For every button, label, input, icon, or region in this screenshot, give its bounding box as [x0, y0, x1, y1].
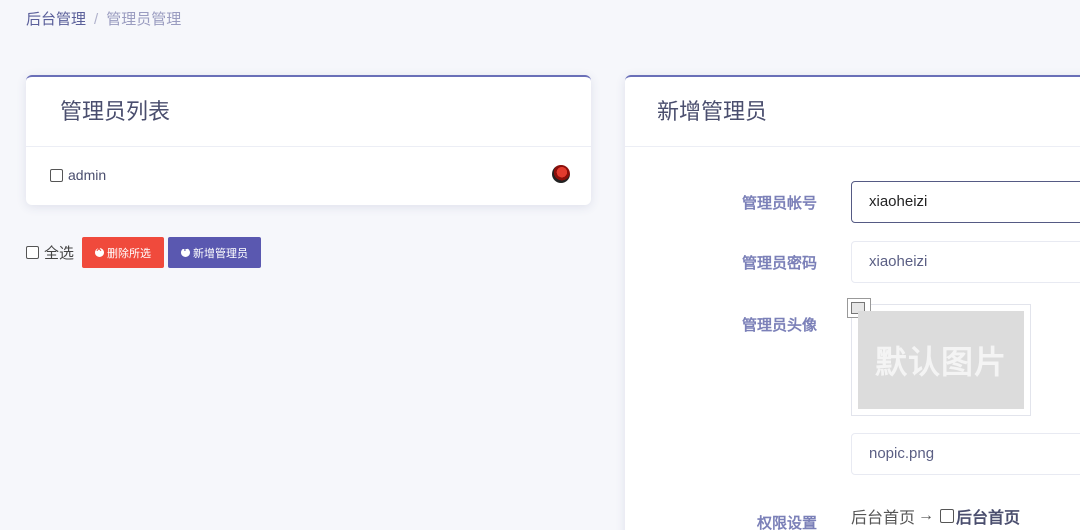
close-circle-icon — [95, 244, 105, 257]
add-admin-label: 新增管理员 — [193, 247, 249, 260]
delete-selected-button[interactable]: 删除所选 — [82, 237, 165, 268]
password-label: 管理员密码 — [741, 255, 817, 272]
avatar-preview[interactable]: 默认图片 — [847, 298, 1031, 416]
select-all-label: 全选 — [44, 245, 75, 262]
admin-list-title: 管理员列表 — [26, 77, 591, 147]
permission-item[interactable]: 后台首页 — [956, 504, 1020, 528]
add-admin-card: 新增管理员 管理员帐号 xiaoheizi 管理员密码 xiaoheizi 管理… — [625, 75, 1080, 530]
permission-parent: 后台首页 — [851, 510, 916, 527]
breadcrumb-home[interactable]: 后台管理 — [26, 11, 86, 28]
arrow-right-icon: → — [918, 507, 935, 524]
list-item: admin — [50, 163, 570, 187]
delete-selected-label: 删除所选 — [107, 247, 152, 260]
admin-list-card: 管理员列表 admin — [26, 75, 591, 205]
account-input[interactable]: xiaoheizi — [851, 181, 1080, 223]
avatar — [552, 165, 570, 183]
avatar-filename-input[interactable]: nopic.png — [851, 433, 1080, 475]
password-input[interactable]: xiaoheizi — [851, 241, 1080, 283]
add-admin-button[interactable]: 新增管理员 — [168, 237, 262, 268]
bulk-actions: 全选 删除所选 新增管理员 — [26, 237, 262, 268]
breadcrumb-separator: / — [94, 11, 99, 28]
select-all-checkbox[interactable] — [26, 246, 39, 259]
default-image: 默认图片 — [858, 311, 1024, 409]
plus-circle-icon — [181, 244, 191, 257]
permission-checkbox[interactable] — [940, 509, 955, 523]
select-all[interactable]: 全选 — [26, 242, 74, 263]
admin-checkbox[interactable] — [50, 168, 63, 182]
avatar-label: 管理员头像 — [741, 317, 817, 334]
account-label: 管理员帐号 — [741, 195, 817, 212]
breadcrumb-current: 管理员管理 — [106, 11, 182, 28]
permissions-label: 权限设置 — [756, 515, 817, 530]
permissions-tree: 后台首页 → 后台首页 — [851, 504, 1020, 528]
add-admin-title: 新增管理员 — [625, 77, 1080, 147]
breadcrumb: 后台管理 / 管理员管理 — [26, 8, 181, 29]
admin-name[interactable]: admin — [68, 167, 106, 183]
